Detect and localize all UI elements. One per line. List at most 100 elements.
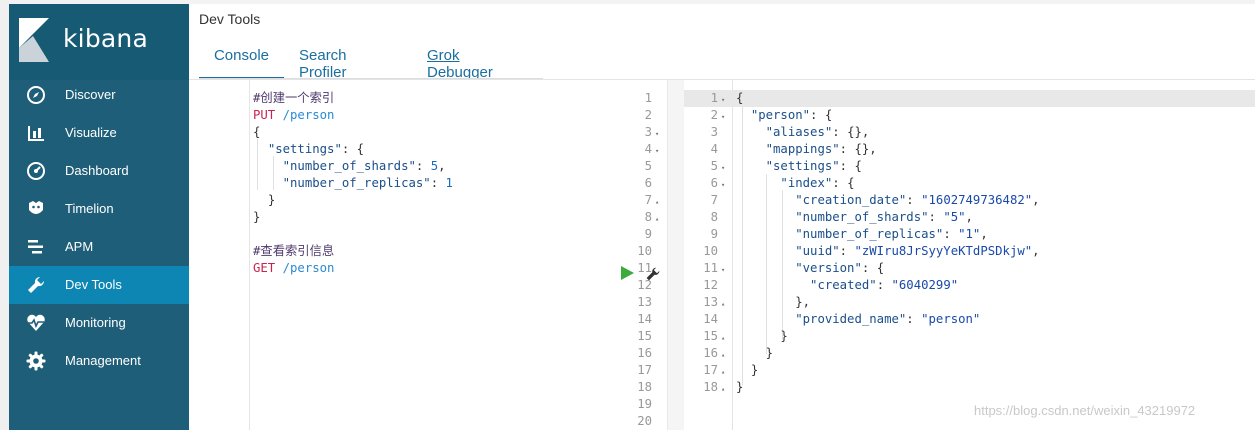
code-text: "aliases": {}, <box>765 125 870 139</box>
code-text: } <box>267 193 276 207</box>
console-line[interactable]: 8 ▴} <box>189 209 667 226</box>
wrench-icon <box>28 276 45 293</box>
sidebar-item-label: Dashboard <box>65 163 129 178</box>
sidebar-item-dev-tools[interactable]: Dev Tools <box>9 266 189 304</box>
code-text: { <box>253 125 261 139</box>
tab-label: Search Profiler <box>299 47 347 81</box>
response-line[interactable]: 18 ▴} <box>684 379 1255 396</box>
sidebar-item-label: APM <box>65 239 94 254</box>
code-text: "number_of_shards": "5", <box>795 210 973 224</box>
response-line[interactable]: 12 "created": "6040299" <box>684 277 1255 294</box>
line-number: 10 <box>637 244 652 258</box>
response-line[interactable]: 6 ▾ "index": { <box>684 175 1255 192</box>
sidebar-item-label: Monitoring <box>65 315 126 330</box>
sidebar-item-label: Timelion <box>65 201 114 216</box>
response-line[interactable]: 2 ▾ "person": { <box>684 107 1255 124</box>
tab-grok-debugger[interactable]: Grok Debugger <box>427 38 493 81</box>
response-line[interactable]: 3 "aliases": {}, <box>684 124 1255 141</box>
console-line[interactable]: 3 ▾{ <box>189 124 667 141</box>
heartbeat-icon <box>27 314 45 331</box>
line-number: 4 <box>710 142 718 156</box>
console-line[interactable]: 12 <box>189 277 667 294</box>
response-line[interactable]: 14 "provided_name": "person" <box>684 311 1255 328</box>
console-line[interactable]: 4 ▾ "settings": { <box>189 141 667 158</box>
console-line[interactable]: 7 ▴ } <box>189 192 667 209</box>
console-line[interactable]: 15 <box>189 328 667 345</box>
response-line[interactable]: 17 ▴ } <box>684 362 1255 379</box>
gear-icon <box>26 351 46 371</box>
line-number: 2 <box>644 108 652 122</box>
response-line[interactable]: 15 ▴ } <box>684 328 1255 345</box>
code-text: "creation_date": "1602749736482", <box>795 193 1040 207</box>
line-number: 20 <box>637 414 652 428</box>
line-number: 18 ▴ <box>684 379 732 398</box>
response-line[interactable]: 1 ▾{ <box>684 90 1255 107</box>
line-number: 9 <box>710 227 718 241</box>
line-number: 6 <box>644 176 652 190</box>
split-divider[interactable] <box>667 80 685 430</box>
line-number: 5 <box>644 159 652 173</box>
code-text: "version": { <box>795 261 885 275</box>
line-number: 1 <box>644 91 652 105</box>
response-line[interactable]: 8 "number_of_shards": "5", <box>684 209 1255 226</box>
code-text: "uuid": "zWIru8JrSyyYeKTdPSDkjw", <box>795 244 1040 258</box>
code-text: "number_of_shards": 5, <box>282 159 446 173</box>
console-line[interactable]: 18 <box>189 379 667 396</box>
tab-console[interactable]: Console <box>199 38 284 79</box>
console-line[interactable]: 6 "number_of_replicas": 1 <box>189 175 667 192</box>
sidebar-item-apm[interactable]: APM <box>9 228 189 266</box>
code-text: } <box>750 363 759 377</box>
console-line[interactable]: 19 <box>189 396 667 413</box>
unfold-arrow-icon[interactable]: ▴ <box>718 381 733 398</box>
response-line[interactable]: 16 ▴ } <box>684 345 1255 362</box>
play-icon[interactable] <box>620 266 634 280</box>
console-line[interactable]: 16 <box>189 345 667 362</box>
console-line[interactable]: 17 <box>189 362 667 379</box>
code-text: "person": { <box>750 108 833 122</box>
watermark: https://blog.csdn.net/weixin_43219972 <box>974 403 1196 418</box>
kibana-logo[interactable]: kibana <box>9 4 189 80</box>
console-line[interactable]: 9 <box>189 226 667 243</box>
console-line[interactable]: 2 PUT /person <box>189 107 667 124</box>
code-text: "index": { <box>780 176 855 190</box>
response-line[interactable]: 13 ▴ }, <box>684 294 1255 311</box>
response-line[interactable]: 7 "creation_date": "1602749736482", <box>684 192 1255 209</box>
sidebar-item-monitoring[interactable]: Monitoring <box>9 304 189 342</box>
sidebar-item-management[interactable]: Management <box>9 342 189 380</box>
wrench-icon[interactable] <box>645 266 661 282</box>
console-line[interactable]: 13 <box>189 294 667 311</box>
console-line[interactable]: 1 #创建一个索引 <box>189 90 667 107</box>
tab-label: Console <box>213 47 270 64</box>
line-number: 14 <box>637 312 652 326</box>
line-number: 19 <box>637 397 652 411</box>
sidebar-item-discover[interactable]: Discover <box>9 76 189 114</box>
console-line[interactable]: 11 GET /person <box>189 260 667 277</box>
sidebar-item-timelion[interactable]: Timelion <box>9 190 189 228</box>
console-line[interactable]: 5 "number_of_shards": 5, <box>189 158 667 175</box>
sidebar-item-dashboard[interactable]: Dashboard <box>9 152 189 190</box>
line-number: 8 <box>710 210 718 224</box>
console-line[interactable]: 14 <box>189 311 667 328</box>
response-line[interactable]: 9 "number_of_replicas": "1", <box>684 226 1255 243</box>
response-line[interactable]: 10 "uuid": "zWIru8JrSyyYeKTdPSDkjw", <box>684 243 1255 260</box>
line-number: 12 <box>703 278 718 292</box>
response-panel[interactable]: 1 ▾{2 ▾ "person": {3 "aliases": {}, 4 "mapp… <box>684 80 1255 430</box>
response-line[interactable]: 5 ▾ "settings": { <box>684 158 1255 175</box>
line-number: 10 <box>703 244 718 258</box>
sidebar: kibana Discover Visualize Dashboard Time… <box>9 4 189 430</box>
response-line[interactable]: 11 ▾ "version": { <box>684 260 1255 277</box>
sidebar-item-visualize[interactable]: Visualize <box>9 114 189 152</box>
console-line[interactable]: 20 <box>189 413 667 430</box>
page-title: Dev Tools <box>199 11 261 27</box>
console-editor[interactable]: 1 #创建一个索引 2 PUT /person 3 ▾{4 ▾ "settings": {5… <box>189 80 667 430</box>
compass-icon <box>27 86 45 104</box>
line-number: 3 <box>710 125 718 139</box>
code-text: "settings": { <box>267 142 365 156</box>
code-text: "provided_name": "person" <box>795 312 981 326</box>
console-line[interactable]: 10 #查看索引信息 <box>189 243 667 260</box>
line-number: 13 <box>637 295 652 309</box>
code-text: { <box>736 91 744 105</box>
code-text: "settings": { <box>765 159 862 173</box>
tab-search-profiler[interactable]: Search Profiler <box>299 38 347 81</box>
response-line[interactable]: 4 "mappings": {}, <box>684 141 1255 158</box>
